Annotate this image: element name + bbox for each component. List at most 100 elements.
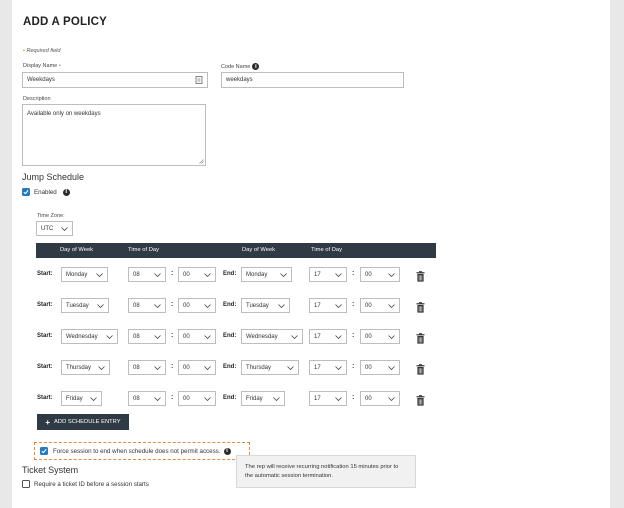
end-hour-value: 17 — [314, 302, 321, 309]
start-minute-value: 00 — [183, 333, 190, 340]
chevron-down-icon — [335, 365, 342, 370]
required-marker: • — [58, 63, 61, 69]
time-zone-select[interactable]: UTC — [36, 221, 73, 236]
chevron-down-icon — [98, 365, 105, 370]
start-minute-select[interactable]: 00 — [178, 329, 216, 344]
code-name-value: weekdays — [226, 77, 253, 83]
delete-entry-button[interactable] — [416, 331, 425, 349]
delete-entry-button[interactable] — [416, 269, 425, 287]
start-label: Start: — [37, 364, 53, 370]
start-minute-value: 00 — [183, 271, 190, 278]
info-icon[interactable]: i — [62, 188, 70, 196]
header-day-of-week-start: Day of Week — [60, 247, 94, 253]
time-separator: : — [171, 270, 174, 277]
chevron-down-icon — [291, 334, 298, 339]
end-day-value: Tuesday — [246, 302, 269, 309]
time-separator: : — [352, 363, 355, 370]
end-hour-select[interactable]: 17 — [309, 267, 347, 282]
end-day-value: Wednesday — [246, 333, 278, 340]
chevron-down-icon — [388, 272, 395, 277]
force-session-end-label: Force session to end when schedule does … — [53, 447, 221, 455]
start-minute-value: 00 — [183, 302, 190, 309]
start-hour-select[interactable]: 08 — [128, 360, 166, 375]
chevron-down-icon — [287, 365, 294, 370]
chevron-down-icon — [204, 396, 211, 401]
trash-icon — [416, 364, 425, 375]
end-day-value: Thursday — [246, 364, 272, 371]
delete-entry-button[interactable] — [416, 300, 425, 318]
end-hour-value: 17 — [314, 271, 321, 278]
end-day-value: Friday — [246, 395, 263, 402]
end-day-select[interactable]: Tuesday — [241, 298, 290, 313]
chevron-down-icon — [154, 396, 161, 401]
add-schedule-entry-label: ADD SCHEDULE ENTRY — [54, 419, 121, 425]
description-textarea[interactable]: Available only on weekdays — [22, 104, 206, 166]
time-separator: : — [171, 301, 174, 308]
start-minute-select[interactable]: 00 — [178, 391, 216, 406]
start-hour-value: 08 — [133, 395, 140, 402]
end-minute-value: 00 — [365, 302, 372, 309]
chevron-down-icon — [388, 303, 395, 308]
force-session-end-checkbox[interactable] — [40, 447, 48, 455]
code-name-input[interactable]: weekdays — [221, 72, 404, 88]
trash-icon — [416, 395, 425, 406]
start-label: Start: — [37, 333, 53, 339]
require-ticket-checkbox[interactable] — [22, 480, 30, 488]
chevron-down-icon — [154, 365, 161, 370]
start-day-select[interactable]: Monday — [61, 267, 108, 282]
resize-handle-icon[interactable] — [199, 159, 204, 164]
start-hour-select[interactable]: 08 — [128, 267, 166, 282]
ticket-system-heading: Ticket System — [22, 465, 79, 475]
info-icon[interactable]: i — [223, 447, 231, 455]
required-note-text: Required field — [26, 48, 61, 54]
end-hour-select[interactable]: 17 — [309, 298, 347, 313]
end-label: End: — [223, 395, 237, 401]
end-minute-select[interactable]: 00 — [360, 267, 400, 282]
start-hour-select[interactable]: 08 — [128, 329, 166, 344]
check-icon — [41, 448, 47, 454]
time-separator: : — [352, 332, 355, 339]
chevron-down-icon — [154, 272, 161, 277]
end-hour-select[interactable]: 17 — [309, 360, 347, 375]
start-hour-select[interactable]: 08 — [128, 391, 166, 406]
start-minute-select[interactable]: 00 — [178, 267, 216, 282]
start-hour-select[interactable]: 08 — [128, 298, 166, 313]
start-day-select[interactable]: Thursday — [61, 360, 110, 375]
display-name-input[interactable]: Weekdays — [22, 72, 208, 88]
start-minute-select[interactable]: 00 — [178, 360, 216, 375]
end-day-select[interactable]: Wednesday — [241, 329, 303, 344]
chevron-down-icon — [106, 334, 113, 339]
time-separator: : — [171, 394, 174, 401]
add-schedule-entry-button[interactable]: + ADD SCHEDULE ENTRY — [37, 414, 129, 430]
chevron-down-icon — [388, 396, 395, 401]
start-day-select[interactable]: Tuesday — [61, 298, 109, 313]
end-minute-select[interactable]: 00 — [360, 391, 400, 406]
description-label: Description — [23, 96, 51, 102]
info-icon[interactable]: i — [252, 63, 260, 70]
delete-entry-button[interactable] — [416, 362, 425, 380]
end-hour-select[interactable]: 17 — [309, 329, 347, 344]
chevron-down-icon — [96, 272, 103, 277]
start-day-value: Wednesday — [66, 333, 98, 340]
start-day-select[interactable]: Wednesday — [61, 329, 118, 344]
end-minute-select[interactable]: 00 — [360, 360, 400, 375]
end-day-select[interactable]: Thursday — [241, 360, 299, 375]
trash-icon — [416, 271, 425, 282]
start-label: Start: — [37, 395, 53, 401]
header-time-of-day-end: Time of Day — [311, 247, 343, 253]
start-minute-select[interactable]: 00 — [178, 298, 216, 313]
end-minute-select[interactable]: 00 — [360, 298, 400, 313]
time-separator: : — [171, 363, 174, 370]
chevron-down-icon — [204, 365, 211, 370]
start-day-select[interactable]: Friday — [61, 391, 102, 406]
delete-entry-button[interactable] — [416, 393, 425, 411]
end-day-select[interactable]: Friday — [241, 391, 285, 406]
end-minute-select[interactable]: 00 — [360, 329, 400, 344]
end-day-select[interactable]: Monday — [241, 267, 292, 282]
end-label: End: — [223, 333, 237, 339]
chevron-down-icon — [335, 272, 342, 277]
required-marker: • — [23, 48, 25, 54]
time-separator: : — [352, 301, 355, 308]
end-hour-select[interactable]: 17 — [309, 391, 347, 406]
enabled-checkbox[interactable] — [22, 188, 30, 196]
